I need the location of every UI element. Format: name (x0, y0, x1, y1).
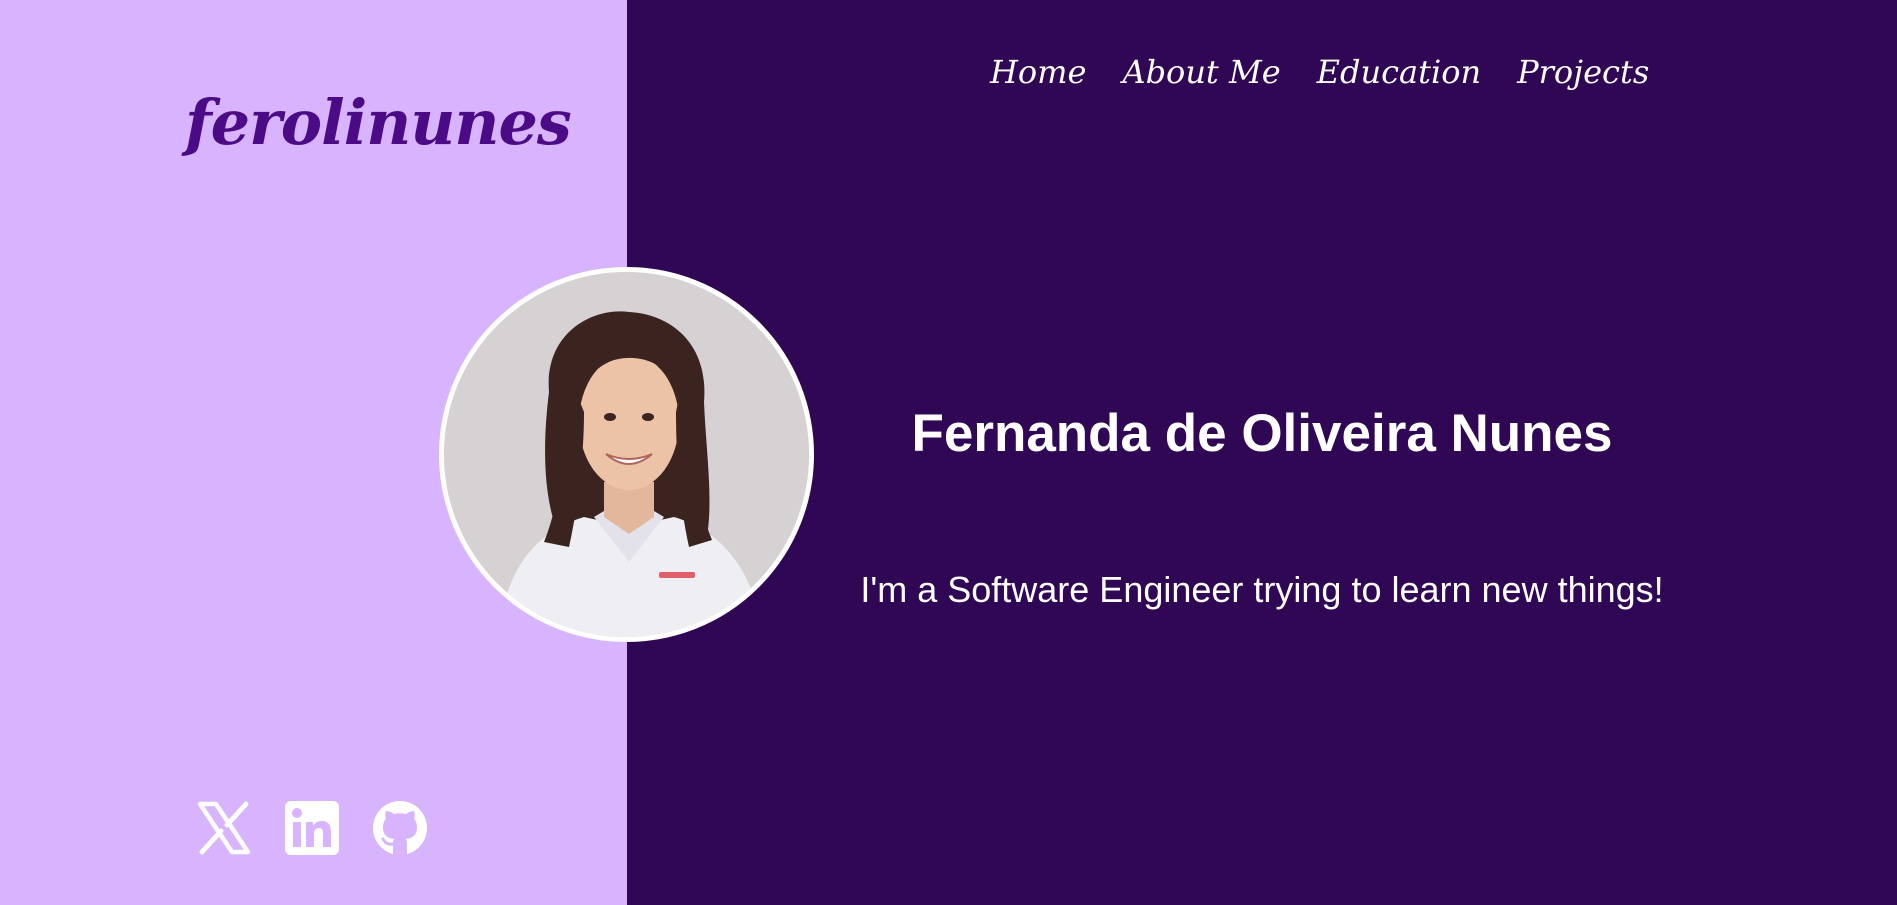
nav-about-me[interactable]: About Me (1122, 56, 1280, 88)
hero-name: Fernanda de Oliveira Nunes (911, 404, 1613, 463)
social-links (196, 800, 428, 856)
page: ferolinunes Home About Me Education Proj… (0, 0, 1897, 905)
nav-home[interactable]: Home (990, 56, 1086, 88)
nav-projects[interactable]: Projects (1517, 56, 1649, 88)
x-twitter-icon[interactable] (196, 800, 252, 856)
github-icon[interactable] (372, 800, 428, 856)
nav-education[interactable]: Education (1317, 56, 1481, 88)
main-nav: Home About Me Education Projects (990, 56, 1649, 88)
linkedin-icon[interactable] (284, 800, 340, 856)
site-logo[interactable]: ferolinunes (185, 92, 572, 154)
hero-tagline: I'm a Software Engineer trying to learn … (860, 569, 1664, 610)
